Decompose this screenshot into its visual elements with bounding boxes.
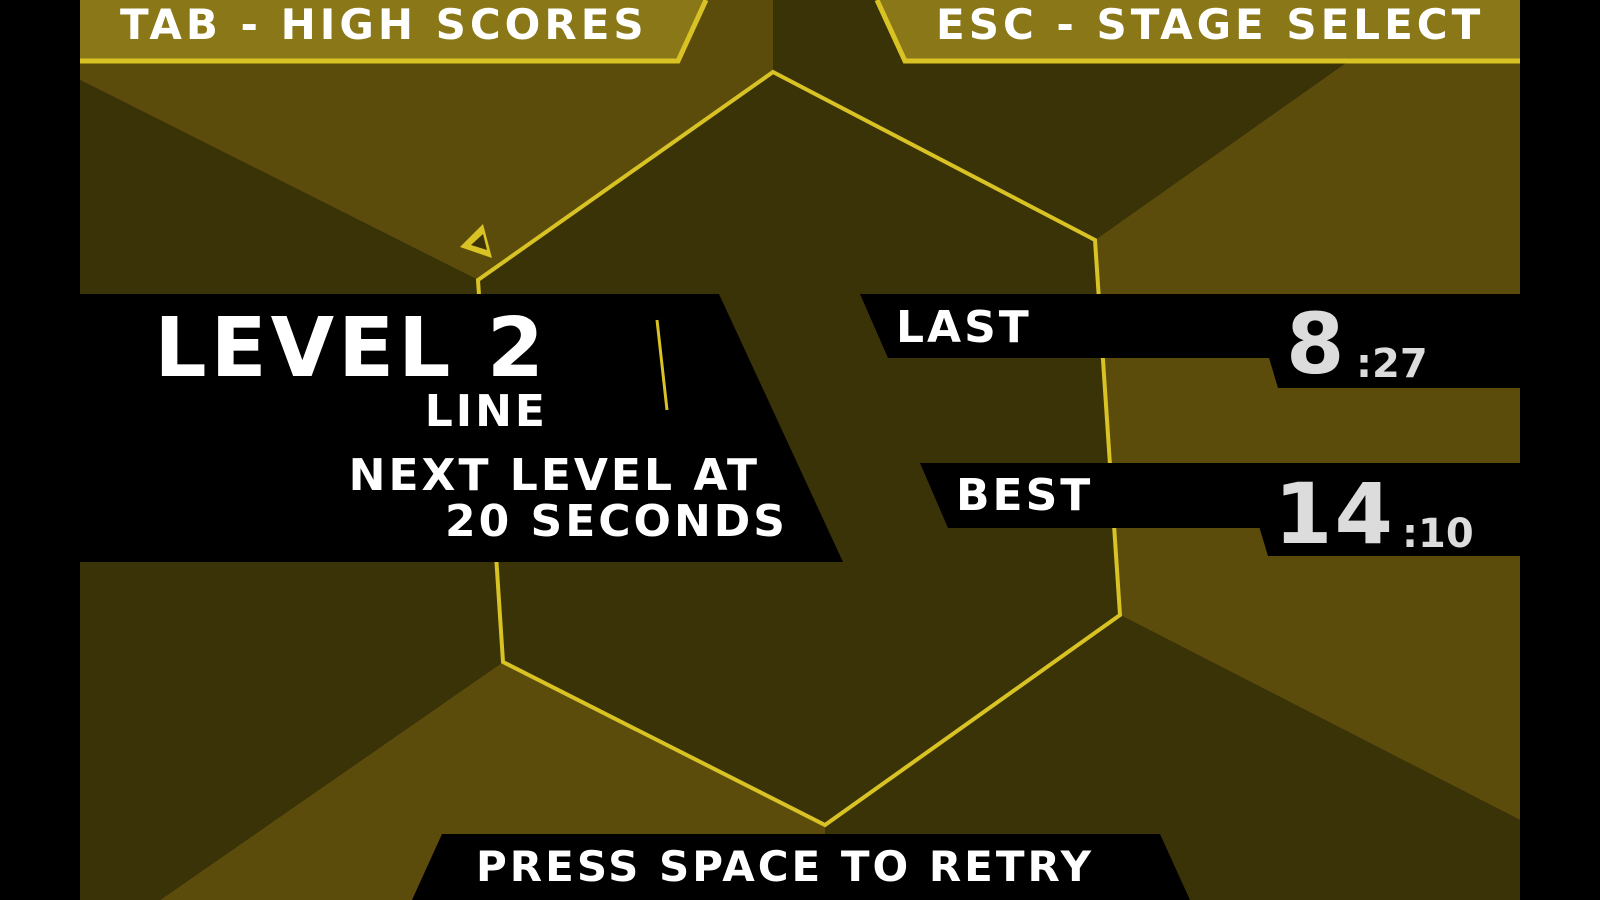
retry-prompt[interactable]: PRESS SPACE TO RETRY (476, 846, 1094, 888)
high-scores-hint[interactable]: TAB - HIGH SCORES (120, 4, 648, 46)
best-time: 14 :10 (1274, 466, 1514, 556)
next-level-line2: 20 SECONDS (444, 496, 788, 547)
game-screen: TAB - HIGH SCORES ESC - STAGE SELECT LEV… (0, 0, 1600, 900)
best-label: BEST (956, 470, 1094, 521)
stage-select-hint[interactable]: ESC - STAGE SELECT (936, 4, 1484, 46)
best-time-seconds: 14 (1274, 465, 1395, 563)
last-time: 8 :27 (1286, 296, 1486, 386)
level-subtitle: LINE (424, 386, 548, 437)
last-label: LAST (896, 302, 1032, 353)
level-title: LEVEL 2 (154, 301, 548, 396)
next-level-info: NEXT LEVEL AT 20 SECONDS (300, 450, 788, 545)
next-level-line1: NEXT LEVEL AT (348, 450, 760, 501)
last-time-fraction: :27 (1356, 341, 1428, 387)
best-time-fraction: :10 (1402, 511, 1474, 557)
last-time-seconds: 8 (1286, 295, 1347, 393)
